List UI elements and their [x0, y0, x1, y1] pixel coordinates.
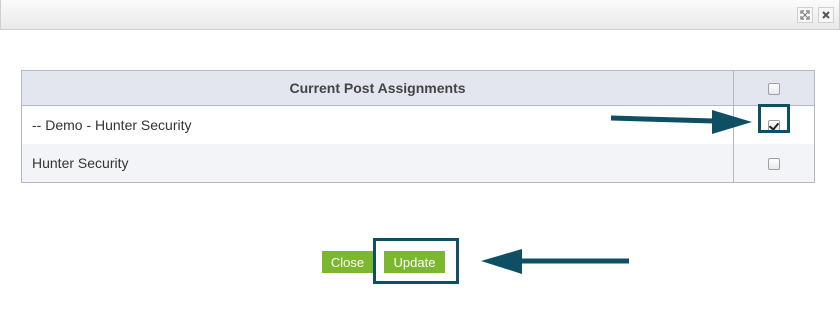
annotation-arrows — [481, 110, 752, 274]
arrow-to-update — [481, 249, 629, 274]
arrow-to-checkbox — [610, 110, 752, 134]
